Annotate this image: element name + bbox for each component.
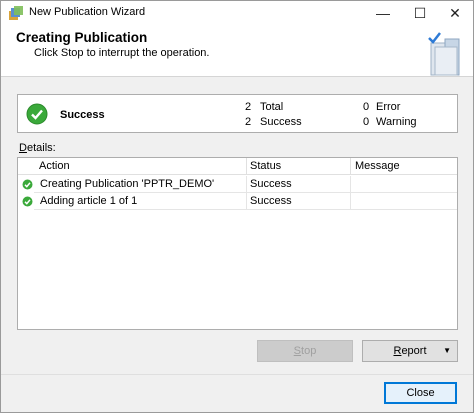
row-action: Adding article 1 of 1 (40, 195, 138, 207)
total-label: Total (260, 101, 284, 113)
maximize-button[interactable]: ☐ (402, 1, 438, 25)
cell-divider (246, 193, 247, 210)
success-count: 2 (245, 116, 252, 128)
status-summary: Success 2 Total 2 Success 0 Error 0 Warn… (17, 94, 458, 133)
wizard-app-icon (9, 6, 23, 20)
stop-accel: S (293, 345, 302, 357)
details-label-rest: etails: (26, 142, 56, 154)
row-status: Success (250, 178, 292, 190)
details-grid[interactable]: Action Status Message Creating Publicati… (17, 157, 458, 330)
row-action: Creating Publication 'PPTR_DEMO' (40, 178, 215, 190)
error-label: Error (376, 101, 401, 113)
column-header-status[interactable]: Status (250, 160, 281, 172)
cell-divider (350, 176, 351, 193)
stop-button[interactable]: Stop (257, 340, 353, 362)
success-icon (22, 179, 33, 190)
report-button[interactable]: Report ▼ (362, 340, 458, 362)
column-divider[interactable] (246, 158, 247, 175)
dropdown-arrow-icon[interactable]: ▼ (443, 341, 451, 361)
column-header-message[interactable]: Message (355, 160, 400, 172)
page-title: Creating Publication (16, 30, 148, 45)
details-accel: D (19, 142, 27, 154)
wizard-header: Creating Publication Click Stop to inter… (1, 25, 473, 77)
window-title: New Publication Wizard (29, 6, 146, 18)
column-divider[interactable] (350, 158, 351, 175)
success-label: Success (260, 116, 302, 128)
close-window-button[interactable]: ✕ (437, 1, 473, 25)
column-header-action[interactable]: Action (39, 160, 70, 172)
total-count: 2 (245, 101, 252, 113)
stop-label-rest: top (301, 345, 317, 357)
success-check-icon (26, 103, 48, 125)
table-row[interactable]: Adding article 1 of 1 Success (18, 193, 457, 210)
row-status: Success (250, 195, 292, 207)
grid-header: Action Status Message (18, 158, 457, 175)
warning-count: 0 (363, 116, 370, 128)
cell-divider (350, 193, 351, 210)
row-divider (34, 209, 457, 210)
status-title: Success (60, 109, 105, 121)
warning-label: Warning (376, 116, 417, 128)
report-label-rest: eport (401, 345, 427, 357)
cell-divider (246, 176, 247, 193)
books-icon (428, 32, 460, 76)
success-icon (22, 196, 33, 207)
page-subtitle: Click Stop to interrupt the operation. (34, 47, 210, 59)
wizard-window: New Publication Wizard — ☐ ✕ Creating Pu… (0, 0, 474, 413)
details-label: Details: (19, 142, 56, 154)
minimize-button[interactable]: — (365, 1, 401, 25)
close-button[interactable]: Close (384, 382, 457, 404)
title-bar[interactable]: New Publication Wizard — ☐ ✕ (1, 1, 473, 25)
error-count: 0 (363, 101, 370, 113)
table-row[interactable]: Creating Publication 'PPTR_DEMO' Success (18, 176, 457, 193)
